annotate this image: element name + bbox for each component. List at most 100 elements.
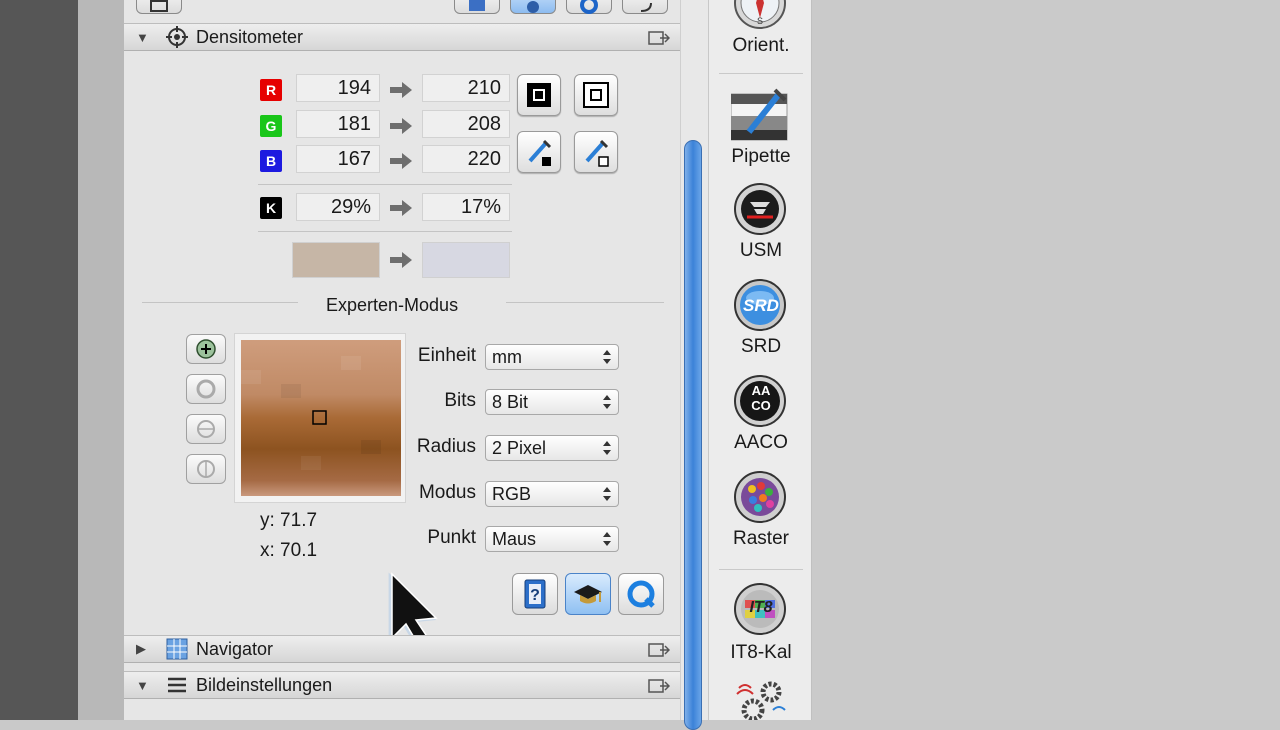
tool-usm[interactable]: USM <box>709 180 813 272</box>
usm-icon <box>734 183 786 235</box>
bits-label: Bits <box>444 390 476 411</box>
pipette-white-button[interactable] <box>574 131 618 173</box>
quicktime-video-button[interactable] <box>618 573 664 615</box>
tool-orient[interactable]: S Orient. <box>709 0 813 72</box>
image-icon[interactable] <box>454 0 500 14</box>
x-coordinate: x: 70.1 <box>260 540 318 561</box>
remove-point-button[interactable] <box>186 374 226 404</box>
pipette-tool-icon <box>731 88 788 141</box>
settings-icon[interactable] <box>510 0 556 14</box>
r-output-value: 210 <box>422 74 510 102</box>
channel-r-badge: R <box>260 79 282 101</box>
window-gap <box>78 0 124 720</box>
aaco-badge-bottom: CO <box>751 398 771 413</box>
tool-srd[interactable]: SRD SRD <box>709 278 813 370</box>
undo-icon[interactable] <box>622 0 668 14</box>
modus-value: RGB <box>492 484 532 504</box>
channel-k-badge: K <box>260 197 282 219</box>
einheit-value: mm <box>492 347 522 367</box>
svg-text:S: S <box>757 16 763 26</box>
navigator-grid-icon <box>166 638 188 660</box>
split-circle-icon <box>197 420 215 438</box>
expert-divider-left <box>142 302 298 303</box>
bits-value: 8 Bit <box>492 392 529 412</box>
compass-icon: S <box>734 0 786 29</box>
compare-button[interactable] <box>186 414 226 444</box>
radius-value: 2 Pixel <box>492 438 547 458</box>
disclosure-open-icon[interactable]: ▼ <box>136 30 150 45</box>
tool-aaco[interactable]: AA CO AACO <box>709 374 813 466</box>
updown-arrows-icon <box>603 532 611 546</box>
modus-select[interactable]: RGB <box>485 481 619 507</box>
help-book-icon: ? <box>524 579 546 609</box>
updown-arrows-icon <box>603 395 611 409</box>
pixel-grid-image <box>241 340 401 496</box>
orient-label: Orient. <box>732 35 790 56</box>
top-toolbar <box>124 0 680 16</box>
densitometer-panel: ▼ Densitometer R 194 210 G 181 208 B 167… <box>124 0 680 720</box>
detach-panel-icon[interactable] <box>648 30 671 46</box>
arrow-icon <box>390 82 412 98</box>
k-input-value: 29% <box>296 193 380 221</box>
arrow-icon <box>390 118 412 134</box>
workspace-background <box>812 0 1280 720</box>
bildeinstellungen-header[interactable]: ▼ Bildeinstellungen <box>124 671 680 699</box>
bildeinstellungen-title: Bildeinstellungen <box>196 674 333 695</box>
white-point-icon <box>583 82 609 108</box>
detach-panel-icon[interactable] <box>648 678 671 694</box>
densitometer-header[interactable]: ▼ Densitometer <box>124 23 680 51</box>
b-input-value: 167 <box>296 145 380 173</box>
navigator-header[interactable]: ▶ Navigator <box>124 635 680 663</box>
radius-select[interactable]: 2 Pixel <box>485 435 619 461</box>
usm-label: USM <box>739 240 783 261</box>
divider <box>258 231 512 232</box>
b-output-value: 220 <box>422 145 510 173</box>
aaco-badge-top: AA <box>751 383 771 398</box>
bits-select[interactable]: 8 Bit <box>485 389 619 415</box>
help-button[interactable]: ? <box>512 573 558 615</box>
g-input-value: 181 <box>296 110 380 138</box>
save-icon[interactable] <box>136 0 182 14</box>
zoom-icon[interactable] <box>566 0 612 14</box>
disclosure-closed-icon[interactable]: ▶ <box>136 641 150 657</box>
aaco-label: AACO <box>734 432 788 453</box>
white-point-button[interactable] <box>574 74 618 116</box>
disclosure-open-icon[interactable]: ▼ <box>136 678 150 693</box>
tool-raster[interactable]: Raster <box>709 470 813 562</box>
tool-it8-kal[interactable]: IT8 IT8-Kal <box>709 580 813 672</box>
expert-divider-right <box>506 302 664 303</box>
updown-arrows-icon <box>603 487 611 501</box>
gear-icon <box>736 681 786 720</box>
plus-circle-icon <box>196 339 216 359</box>
einheit-select[interactable]: mm <box>485 344 619 370</box>
densitometer-title: Densitometer <box>196 26 304 47</box>
channel-b-badge: B <box>260 150 282 172</box>
divider <box>719 73 803 74</box>
expert-mode-label[interactable]: Experten-Modus <box>320 295 465 316</box>
color-swatch-output <box>422 242 510 278</box>
tool-strip: S Orient. Pipette USM SRD SRD AA CO AACO… <box>708 0 812 720</box>
clear-button[interactable] <box>186 454 226 484</box>
eyedropper-white-icon <box>585 139 609 167</box>
expert-mode-button[interactable] <box>565 573 611 615</box>
tool-settings[interactable] <box>709 676 813 720</box>
color-swatch-input <box>292 242 380 278</box>
graduation-cap-icon <box>574 585 602 604</box>
black-point-button[interactable] <box>517 74 561 116</box>
detach-panel-icon[interactable] <box>648 642 671 658</box>
it8-badge-text: IT8 <box>749 599 773 616</box>
add-point-button[interactable] <box>186 334 226 364</box>
einheit-label: Einheit <box>417 345 476 366</box>
crosshair-icon <box>166 26 188 48</box>
punkt-select[interactable]: Maus <box>485 526 619 552</box>
tool-pipette[interactable]: Pipette <box>709 82 813 172</box>
pipette-black-button[interactable] <box>517 131 561 173</box>
srd-badge-text: SRD <box>743 296 779 315</box>
punkt-value: Maus <box>492 529 537 549</box>
updown-arrows-icon <box>603 441 611 455</box>
pixel-zoom-preview <box>234 333 406 503</box>
split-circle-icon <box>197 460 215 478</box>
scrollbar-thumb[interactable] <box>684 140 702 730</box>
punkt-label: Punkt <box>427 527 476 548</box>
raster-icon <box>734 471 786 523</box>
